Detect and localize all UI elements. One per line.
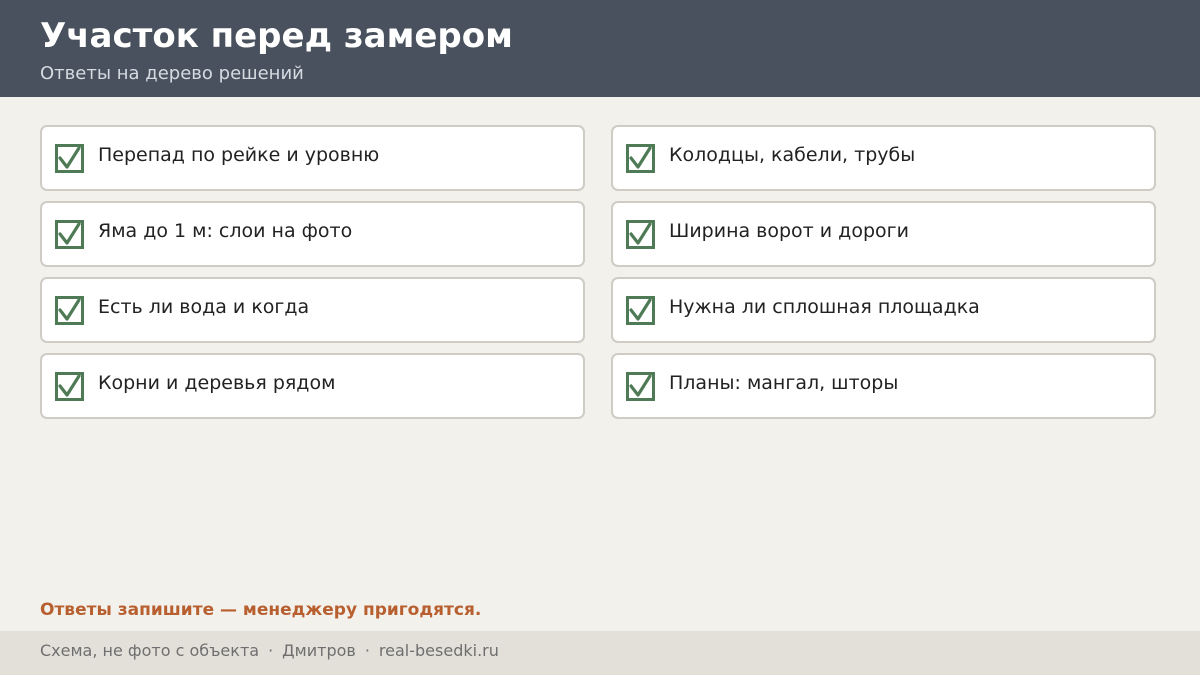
footer-bar: Схема, не фото с объекта · Дмитров · real-be… [0,631,1200,675]
checklist-item[interactable]: Корни и деревья рядом [40,353,585,419]
checklist-item[interactable]: Нужна ли сплошная площадка [611,277,1156,343]
page-title: Участок перед замером [40,16,513,56]
checklist-item-label: Яма до 1 м: слои на фото [98,220,353,242]
footer-disclaimer: Схема, не фото с объекта [40,641,260,660]
checklist-item[interactable]: Ширина ворот и дороги [611,201,1156,267]
checkbox-checked-icon[interactable] [55,220,84,249]
checkbox-checked-icon[interactable] [626,372,655,401]
footer-separator: · [268,641,274,660]
checklist-item[interactable]: Яма до 1 м: слои на фото [40,201,585,267]
checklist-item[interactable]: Колодцы, кабели, трубы [611,125,1156,191]
checklist-item-label: Есть ли вода и когда [98,296,310,318]
checklist-item-label: Нужна ли сплошная площадка [669,296,980,318]
checklist-item-label: Колодцы, кабели, трубы [669,144,916,166]
header-bar: Участок перед замером Ответы на дерево р… [0,0,1200,97]
checkbox-checked-icon[interactable] [55,372,84,401]
checklist-item-label: Ширина ворот и дороги [669,220,909,242]
checkbox-checked-icon[interactable] [55,296,84,325]
footer-line: Схема, не фото с объекта · Дмитров · real-be… [40,640,499,662]
footer-city: Дмитров [282,641,356,660]
footer-separator: · [364,641,370,660]
checklist-item-label: Перепад по рейке и уровню [98,144,380,166]
checklist-item[interactable]: Перепад по рейке и уровню [40,125,585,191]
checklist-item-label: Корни и деревья рядом [98,372,336,394]
manager-note: Ответы запишите — менеджеру пригодятся. [40,600,482,620]
checklist-item-label: Планы: мангал, шторы [669,372,899,394]
checkbox-checked-icon[interactable] [626,144,655,173]
checklist-grid: Перепад по рейке и уровню Колодцы, кабел… [40,125,1156,419]
checklist-item[interactable]: Планы: мангал, шторы [611,353,1156,419]
checkbox-checked-icon[interactable] [55,144,84,173]
checkbox-checked-icon[interactable] [626,296,655,325]
checklist-item[interactable]: Есть ли вода и когда [40,277,585,343]
footer-site-link[interactable]: real-besedki.ru [379,641,499,660]
checkbox-checked-icon[interactable] [626,220,655,249]
page-subtitle: Ответы на дерево решений [40,63,304,84]
